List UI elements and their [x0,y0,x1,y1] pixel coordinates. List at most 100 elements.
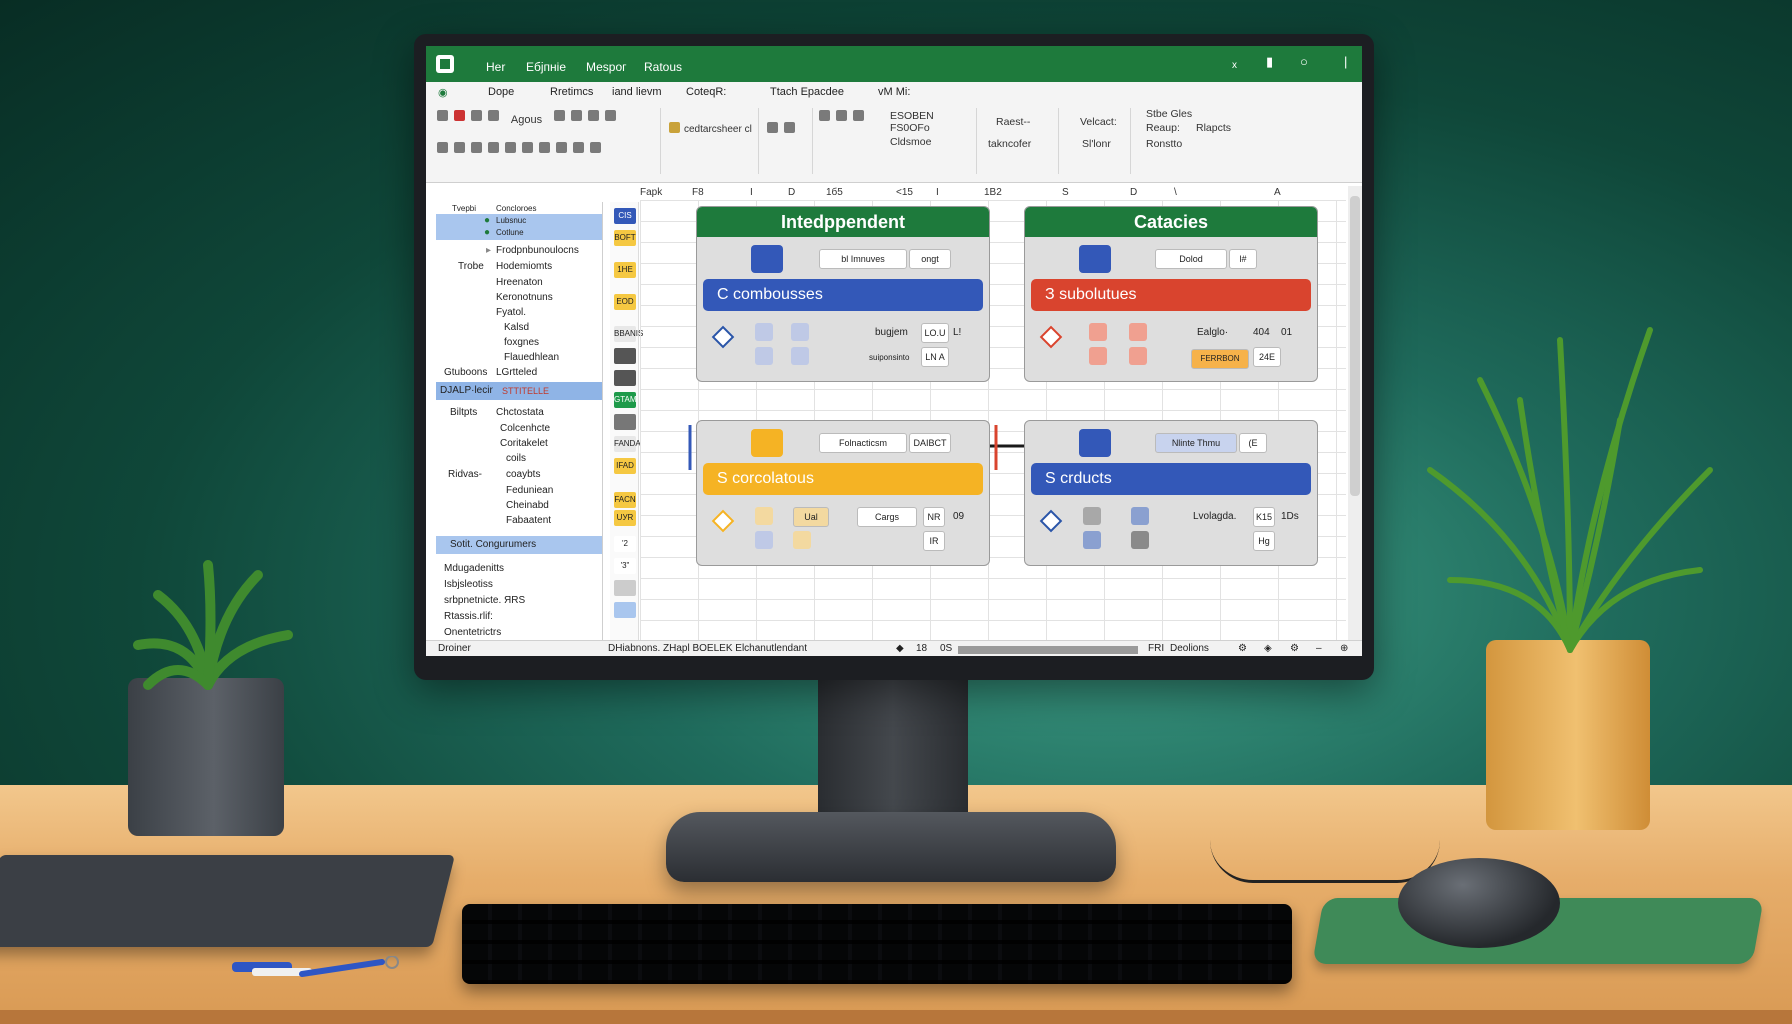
entity-card-crducts[interactable]: Nlinte Thmu (E S crducts Lvolagda. K15 1… [1024,420,1318,566]
attr-value[interactable]: LO.U [921,323,949,343]
bold-icon[interactable] [437,142,448,153]
col-header-9[interactable]: S [1062,187,1069,198]
icon-tag[interactable] [614,370,636,386]
tab-5[interactable]: Ttach Epacdee [770,86,844,98]
attr-value[interactable]: IR [923,531,945,551]
col-header-12[interactable]: A [1274,187,1281,198]
tab-4[interactable]: CoteqR: [686,86,726,98]
card-field[interactable]: Dolod [1155,249,1227,269]
paste-icon[interactable] [437,110,448,121]
icon-tag[interactable]: 1HE [614,262,636,278]
col-header-1[interactable]: Fapk [640,187,662,198]
size-icon[interactable] [571,110,583,121]
icon-tag[interactable]: UУR [614,510,636,526]
maximize-icon[interactable]: ○ [1300,54,1308,69]
format-icon[interactable] [488,110,499,121]
icon-tag[interactable]: '3" [614,558,636,574]
attr-icon[interactable] [755,323,773,341]
pane-row[interactable]: Coritakelet [436,437,602,451]
icon-tag[interactable]: ВВANIS [614,326,643,342]
styles-icon[interactable] [669,122,680,133]
pane-row[interactable]: Gtuboons LGrtteled [436,366,602,380]
col-header-7[interactable]: I [936,187,939,198]
fill-icon[interactable] [488,142,499,153]
icon-tag[interactable]: EOD [614,294,636,310]
pane-row[interactable]: Kalsd [436,321,602,335]
col-header-2[interactable]: F8 [692,187,704,198]
attr-value[interactable]: 24E [1253,347,1281,367]
star-icon[interactable] [588,110,600,121]
attr-icon[interactable] [1083,507,1101,525]
font-icon[interactable] [554,110,566,121]
window-close-icon[interactable]: | [1344,54,1347,69]
attr-icon[interactable] [755,507,773,525]
attr-badge[interactable]: FERRBON [1191,349,1249,369]
card-tag[interactable]: l# [1229,249,1257,269]
pane-row[interactable]: Fyatol. [436,306,602,320]
view-normal-icon[interactable]: ⚙ [1238,643,1247,654]
zoom-in-icon[interactable]: ⊕ [1340,643,1348,654]
menu-item-2[interactable]: Ебјпніе [526,60,566,74]
ribbon-label-velcact[interactable]: Velcact: [1080,116,1117,128]
tab-1[interactable]: Dope [488,86,514,98]
icon-tag[interactable]: GTAM [614,392,637,408]
ribbon-back-icon[interactable]: ◉ [438,86,448,99]
delete-icon[interactable] [784,122,795,133]
mouse[interactable] [1398,858,1560,948]
card-band[interactable]: S corcolatous [703,463,983,495]
icon-tag[interactable] [614,348,636,364]
pane-row[interactable]: Onentetrictrs [436,626,602,640]
pane-row-selected[interactable]: ● Cotlune [436,226,602,240]
entity-card-catacies[interactable]: Catacies Dolod l# З subolutues Ealglo· 4… [1024,206,1318,382]
tab-3[interactable]: iand lievm [612,86,662,98]
border-icon[interactable] [605,110,617,121]
ribbon-label-raest[interactable]: Raest-- [996,116,1030,128]
ribbon-label-styles[interactable]: cedtarcsheer cl [684,124,752,135]
ribbon-label-stbe-gles[interactable]: Stbe Gles [1146,108,1192,120]
attr-value[interactable]: LN A [921,347,949,367]
pane-row[interactable]: Flauedhlean [436,351,602,365]
pane-row[interactable]: Fabaatent [436,514,602,528]
view-layout-icon[interactable]: ◈ [1264,643,1272,654]
icon-tag[interactable] [614,414,636,430]
zoom-out-icon[interactable]: – [1316,643,1322,654]
card-key-icon[interactable] [751,245,783,273]
pane-row[interactable]: Trobe Hodemiomts [436,260,602,274]
attr-icon[interactable] [791,347,809,365]
attr-label[interactable]: Cargs [857,507,917,527]
attr-chip[interactable]: Ual [793,507,829,527]
pane-row[interactable]: Mdugadenitts [436,562,602,576]
pane-row[interactable]: Cheinabd [436,499,602,513]
pane-row[interactable]: Keronotnuns [436,291,602,305]
icon-tag[interactable]: BOFT [614,230,636,246]
pane-row[interactable]: coils [436,452,602,466]
icon-tag[interactable] [614,602,636,618]
attr-value[interactable]: Hg [1253,531,1275,551]
icon-tag[interactable]: CIS [614,208,636,224]
ribbon-label-fsoofo[interactable]: FS0OFo [890,122,930,134]
keyboard[interactable] [462,904,1292,984]
card-field[interactable]: Folnacticsm [819,433,907,453]
attr-icon[interactable] [1083,531,1101,549]
icon-tag[interactable]: IFAD [614,458,636,474]
card-key-icon[interactable] [1079,245,1111,273]
pane-row[interactable]: foxgnes [436,336,602,350]
pane-row[interactable]: srbpnetnicte. ЯRS [436,594,602,608]
pane-row[interactable]: Isbjsleotiss [436,578,602,592]
col-header-8[interactable]: 1B2 [984,187,1002,198]
col-header-4[interactable]: D [788,187,795,198]
zoom-slider[interactable] [958,646,1138,654]
pane-row[interactable]: Feduniean [436,484,602,498]
menu-item-4[interactable]: Ratous [644,60,682,74]
wrap-icon[interactable] [539,142,550,153]
insert-icon[interactable] [767,122,778,133]
clear-icon[interactable] [853,110,864,121]
italic-icon[interactable] [454,142,465,153]
icon-tag[interactable]: FACN [614,492,636,508]
ribbon-label-agous[interactable]: Agous [511,114,542,126]
icon-tag[interactable]: FANDA [614,436,641,452]
card-tag[interactable]: ongt [909,249,951,269]
attr-icon[interactable] [755,531,773,549]
entity-card-corcolatous[interactable]: Folnacticsm DAIBCT S corcolatous Ual Car… [696,420,990,566]
underline-icon[interactable] [471,142,482,153]
